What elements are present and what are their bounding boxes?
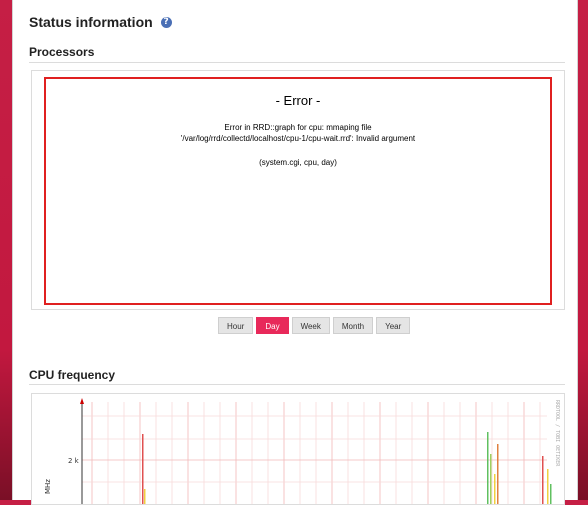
frequency-bar xyxy=(490,454,492,504)
page-title: Status information ? xyxy=(29,14,172,30)
range-button-hour[interactable]: Hour xyxy=(218,317,254,334)
frequency-graph-svg: 2 k MHz RRDTOOL / TOBI OETIKER xyxy=(44,398,560,504)
processors-heading: Processors xyxy=(29,45,95,59)
range-button-week[interactable]: Week xyxy=(291,317,330,334)
frequency-bar xyxy=(144,489,146,504)
range-button-month[interactable]: Month xyxy=(332,317,374,334)
help-icon[interactable]: ? xyxy=(160,16,172,28)
rrdtool-watermark: RRDTOOL / TOBI OETIKER xyxy=(554,400,560,467)
y-axis-arrow xyxy=(80,398,84,404)
error-message-line2: '/var/log/rrd/collectd/localhost/cpu-1/c… xyxy=(180,134,416,143)
frequency-bar xyxy=(487,432,489,504)
error-message-line1: Error in RRD::graph for cpu: mmaping fil… xyxy=(224,123,372,132)
error-title: - Error - xyxy=(275,93,321,108)
frequency-bar xyxy=(550,484,552,504)
frequency-bar xyxy=(547,469,549,504)
y-tick-2k: 2 k xyxy=(68,457,80,465)
error-context: (system.cgi, cpu, day) xyxy=(259,158,337,167)
section-divider xyxy=(29,384,565,385)
frequency-bar xyxy=(542,456,544,504)
section-divider xyxy=(29,62,565,63)
page-title-text: Status information xyxy=(29,14,153,30)
main-panel: Status information ? Processors - Error … xyxy=(12,0,578,505)
frequency-bars xyxy=(142,432,552,504)
cpu-frequency-graph: 2 k MHz RRDTOOL / TOBI OETIKER xyxy=(31,393,565,505)
cpu-frequency-heading: CPU frequency xyxy=(29,368,116,382)
y-axis-unit: MHz xyxy=(44,479,52,494)
time-range-selector: Hour Day Week Month Year xyxy=(218,317,411,334)
error-box: - Error - Error in RRD::graph for cpu: m… xyxy=(44,77,552,305)
graph-grid xyxy=(82,402,547,504)
frequency-bar xyxy=(497,444,499,504)
processors-graph-frame: - Error - Error in RRD::graph for cpu: m… xyxy=(31,70,565,310)
range-button-day[interactable]: Day xyxy=(256,317,289,334)
frequency-bar xyxy=(142,434,144,504)
range-button-year[interactable]: Year xyxy=(376,317,411,334)
